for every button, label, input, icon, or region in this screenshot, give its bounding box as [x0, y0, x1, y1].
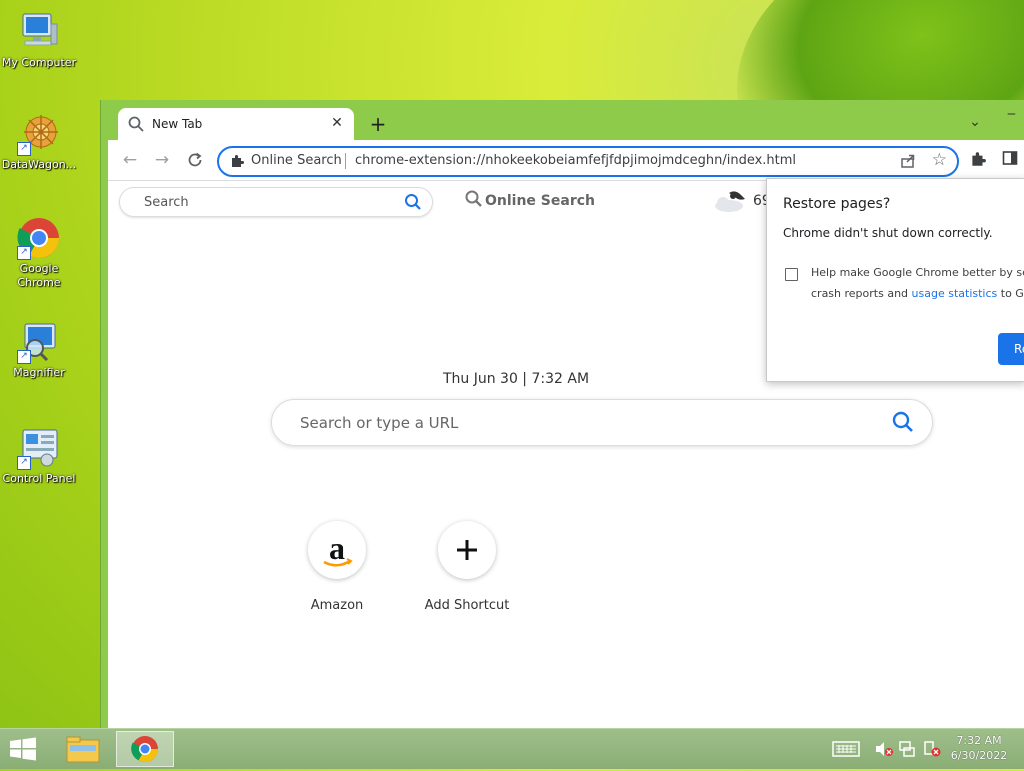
magnifier-icon: ↗ — [17, 320, 61, 364]
action-center-alert-icon[interactable] — [922, 740, 942, 758]
desktop-icon-label: DataWagon... — [1, 158, 77, 171]
usage-stats-checkbox[interactable] — [785, 268, 798, 281]
share-icon[interactable] — [899, 152, 917, 170]
amazon-icon: a — [308, 521, 366, 579]
dialog-message: Chrome didn't shut down correctly. — [783, 226, 993, 240]
plus-icon — [438, 521, 496, 579]
forward-button[interactable]: → — [151, 149, 173, 171]
volume-muted-icon[interactable] — [874, 740, 894, 758]
desktop-icon-my-computer[interactable]: My Computer — [0, 10, 78, 69]
side-panel-icon[interactable] — [1002, 150, 1022, 170]
computer-icon — [17, 10, 61, 54]
star-icon[interactable]: ☆ — [932, 150, 947, 170]
search-icon — [128, 116, 144, 132]
toolbar: ← → Online Search chrome-extension://nho… — [108, 140, 1024, 180]
windows-logo-icon — [10, 737, 36, 761]
online-search-logo: Online Search — [465, 190, 595, 209]
chevron-down-icon[interactable]: ⌄ — [965, 114, 985, 134]
restore-pages-dialog: Restore pages? Chrome didn't shut down c… — [766, 178, 1024, 382]
desktop-icon-google-chrome[interactable]: ↗ Google Chrome — [0, 216, 78, 290]
reload-button[interactable] — [184, 149, 206, 171]
tab-title: New Tab — [152, 117, 203, 131]
shortcut-arrow-icon: ↗ — [17, 142, 31, 156]
desktop-icon-control-panel[interactable]: ↗ Control Panel — [0, 426, 78, 485]
shortcut-arrow-icon: ↗ — [17, 350, 31, 364]
puzzle-icon — [229, 153, 245, 169]
system-clock[interactable]: 7:32 AM 6/30/2022 — [946, 733, 1012, 763]
taskbar: 7:32 AM 6/30/2022 — [0, 728, 1024, 769]
url-text[interactable]: chrome-extension://nhokeekobeiamfefjfdpj… — [355, 153, 796, 168]
desktop-icon-datawagon[interactable]: ↗ DataWagon... — [0, 112, 78, 171]
main-search-input[interactable] — [298, 413, 862, 433]
usage-statistics-link[interactable]: usage statistics — [912, 287, 998, 300]
tab-strip: New Tab ✕ + ⌄ ‒ — [101, 100, 1024, 140]
start-button[interactable] — [8, 737, 38, 761]
magnifier-logo-icon — [465, 190, 483, 208]
desktop-icon-label: Magnifier — [13, 366, 65, 379]
desktop-icon-label: Google Chrome — [17, 262, 61, 289]
network-icon[interactable] — [898, 740, 918, 758]
svg-text:a: a — [329, 530, 345, 566]
control-panel-icon: ↗ — [17, 426, 61, 470]
chrome-icon: ↗ — [17, 216, 61, 260]
chrome-icon — [131, 736, 159, 763]
address-bar[interactable]: Online Search chrome-extension://nhokeek… — [217, 146, 959, 177]
folder-icon — [66, 736, 100, 763]
keyboard-icon[interactable] — [832, 740, 860, 758]
brand-text: Online Search — [485, 193, 595, 209]
taskbar-file-explorer[interactable] — [58, 731, 108, 767]
datawagon-icon: ↗ — [17, 112, 61, 156]
search-icon[interactable] — [404, 193, 422, 211]
shortcut-label: Add Shortcut — [424, 598, 510, 613]
cloud-moon-icon — [711, 191, 751, 217]
dialog-title: Restore pages? — [783, 196, 891, 212]
clock-date: 6/30/2022 — [950, 749, 1008, 762]
clock-time: 7:32 AM — [956, 734, 1002, 747]
shortcut-add[interactable]: Add Shortcut — [412, 521, 522, 613]
weather-widget[interactable]: 69 — [711, 189, 771, 213]
extension-chip: Online Search — [251, 153, 342, 168]
desktop-icon-label: My Computer — [1, 56, 77, 69]
extensions-puzzle-icon[interactable] — [969, 150, 989, 170]
divider — [345, 153, 346, 169]
checkbox-label-text: crash reports and — [811, 287, 912, 300]
checkbox-label-text: to Goo — [1000, 287, 1024, 300]
minimize-button[interactable]: ‒ — [1007, 106, 1024, 124]
main-search-box[interactable] — [271, 399, 933, 446]
restore-button[interactable]: Re — [998, 333, 1024, 365]
desktop-icon-label: Control Panel — [2, 472, 76, 485]
shortcut-arrow-icon: ↗ — [17, 246, 31, 260]
search-icon[interactable] — [892, 411, 914, 433]
desktop-icon-magnifier[interactable]: ↗ Magnifier — [0, 320, 78, 379]
tab-new-tab[interactable]: New Tab ✕ — [118, 108, 354, 140]
top-search-box[interactable] — [119, 187, 433, 217]
back-button[interactable]: ← — [119, 149, 141, 171]
checkbox-label-line-1: Help make Google Chrome better by ser — [811, 266, 1024, 279]
shortcut-label: Amazon — [310, 598, 364, 613]
shortcut-arrow-icon: ↗ — [17, 456, 31, 470]
taskbar-google-chrome[interactable] — [116, 731, 174, 767]
checkbox-label-line-2: crash reports and usage statistics to Go… — [811, 287, 1024, 300]
close-icon[interactable]: ✕ — [328, 114, 346, 132]
shortcut-amazon[interactable]: a Amazon — [282, 521, 392, 613]
new-tab-button[interactable]: + — [367, 114, 389, 136]
top-search-input[interactable] — [142, 194, 386, 211]
